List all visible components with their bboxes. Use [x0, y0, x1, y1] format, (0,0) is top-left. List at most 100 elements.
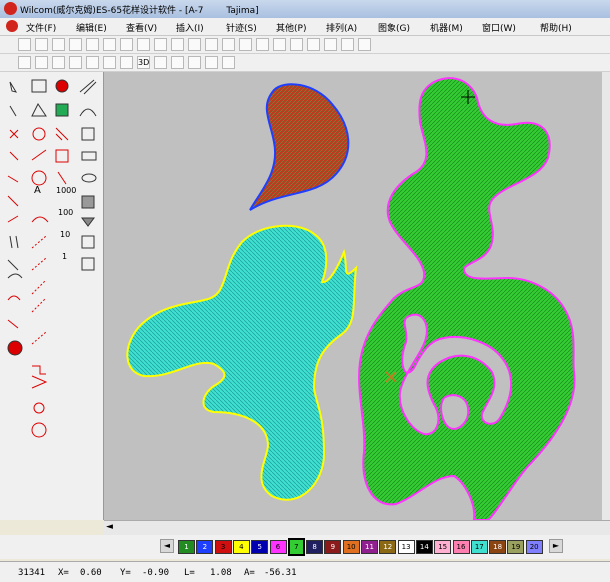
arch-text-icon[interactable] — [31, 216, 49, 223]
frame-icon[interactable] — [81, 127, 95, 141]
document-icon[interactable] — [6, 20, 18, 32]
green-embroidery-shape[interactable] — [358, 77, 576, 520]
gray-tool-icon[interactable] — [81, 195, 95, 209]
grid-frame-icon[interactable] — [81, 235, 95, 249]
palette-color-7[interactable]: 7 — [287, 538, 305, 556]
move-icon[interactable] — [188, 56, 201, 69]
save-icon[interactable] — [52, 38, 65, 51]
cut-stitch-icon[interactable] — [9, 129, 19, 139]
motif-icon[interactable] — [7, 195, 19, 207]
dashed-line3-icon[interactable] — [31, 279, 47, 295]
new-icon[interactable] — [18, 38, 31, 51]
zigzag-icon[interactable] — [69, 56, 82, 69]
palette-color-17[interactable]: 17 — [470, 540, 488, 554]
paste-icon[interactable] — [120, 38, 133, 51]
open-icon[interactable] — [35, 38, 48, 51]
palette-color-2[interactable]: 2 — [196, 540, 214, 554]
palette-color-4[interactable]: 4 — [232, 540, 250, 554]
jump-icon[interactable] — [9, 235, 19, 249]
check-icon[interactable] — [239, 38, 252, 51]
stitch-red-icon[interactable] — [9, 151, 19, 161]
menu-machine[interactable]: 机器(M) — [430, 21, 463, 34]
flower-icon[interactable] — [55, 79, 69, 93]
step-1-label[interactable]: 1 — [62, 251, 67, 263]
scissors-icon[interactable] — [7, 215, 19, 223]
palette-color-15[interactable]: 15 — [434, 540, 452, 554]
ellipse-icon[interactable] — [81, 173, 97, 183]
tatami-red-icon[interactable] — [55, 149, 69, 163]
palette-color-9[interactable]: 9 — [324, 540, 342, 554]
vertical-scrollbar[interactable] — [602, 72, 610, 520]
hand-icon[interactable] — [7, 340, 23, 356]
zoom-icon[interactable] — [205, 56, 218, 69]
group-icon[interactable] — [171, 38, 184, 51]
menu-view[interactable]: 查看(V) — [126, 21, 157, 34]
hatch-icon[interactable] — [55, 127, 69, 141]
design-canvas[interactable] — [104, 72, 602, 520]
step-10-label[interactable]: 10 — [60, 229, 70, 241]
palette-color-13[interactable]: 13 — [397, 540, 415, 554]
layers-icon[interactable] — [358, 38, 371, 51]
menu-stitch[interactable]: 针迹(S) — [226, 21, 257, 34]
menu-file[interactable]: 文件(F) — [26, 21, 56, 34]
run-icon[interactable] — [52, 56, 65, 69]
satin-icon[interactable] — [18, 56, 31, 69]
table-icon[interactable] — [341, 38, 354, 51]
curve-red-icon[interactable] — [7, 295, 21, 301]
3d-label[interactable]: 3D — [137, 56, 150, 69]
rosette-icon[interactable] — [33, 402, 45, 414]
zigzag-red-icon[interactable] — [31, 375, 48, 389]
dashed-line5-icon[interactable] — [31, 331, 47, 345]
select-arrow-icon[interactable] — [9, 81, 18, 93]
lock-icon[interactable] — [205, 38, 218, 51]
copy-icon[interactable] — [103, 38, 116, 51]
unlock-icon[interactable] — [222, 38, 235, 51]
satin-red-icon[interactable] — [31, 149, 47, 161]
red-embroidery-shape[interactable] — [249, 83, 350, 211]
cut-icon[interactable] — [86, 38, 99, 51]
fill-icon[interactable] — [35, 56, 48, 69]
text-tool-label[interactable]: A — [34, 185, 41, 197]
menu-window[interactable]: 窗口(W) — [482, 21, 516, 34]
scroll-left-arrow-icon[interactable]: ◄ — [106, 522, 113, 532]
target-icon[interactable] — [31, 422, 47, 438]
arc2-icon[interactable] — [7, 273, 23, 279]
menu-other[interactable]: 其他(P) — [276, 21, 306, 34]
step-1000-label[interactable]: 1000 — [56, 185, 76, 197]
step-icon[interactable] — [32, 365, 46, 375]
rectangle-icon[interactable] — [81, 151, 97, 161]
palette-color-8[interactable]: 8 — [306, 540, 324, 554]
palette-color-19[interactable]: 19 — [507, 540, 525, 554]
circle-node-icon[interactable] — [32, 127, 46, 141]
select-arrow-icon[interactable] — [171, 56, 184, 69]
redo-icon[interactable] — [154, 38, 167, 51]
step-100-label[interactable]: 100 — [58, 207, 73, 219]
cyan-embroidery-shape[interactable] — [126, 224, 358, 501]
print-icon[interactable] — [69, 38, 82, 51]
palette-color-20[interactable]: 20 — [525, 540, 543, 554]
dashed-line-icon[interactable] — [31, 235, 47, 249]
undo-icon[interactable] — [137, 38, 150, 51]
run-line-icon[interactable] — [79, 79, 97, 95]
palette-color-11[interactable]: 11 — [361, 540, 378, 554]
palette-color-1[interactable]: 1 — [178, 540, 195, 554]
menu-image[interactable]: 图象(G) — [378, 21, 410, 34]
menu-insert[interactable]: 插入(I) — [176, 21, 204, 34]
node-icon[interactable] — [222, 56, 235, 69]
applique-icon[interactable] — [154, 56, 167, 69]
grid-icon[interactable] — [307, 38, 320, 51]
reshape-icon[interactable] — [31, 79, 47, 93]
globe-icon[interactable] — [31, 170, 47, 186]
tatami-icon[interactable] — [103, 56, 116, 69]
triangle-icon[interactable] — [31, 103, 47, 117]
palette-color-16[interactable]: 16 — [452, 540, 470, 554]
dashed-line4-icon[interactable] — [31, 297, 47, 313]
palette-color-10[interactable]: 10 — [342, 540, 360, 554]
palette-color-18[interactable]: 18 — [489, 540, 507, 554]
tool-gray2-icon[interactable] — [81, 217, 95, 227]
color-wheel-icon[interactable] — [290, 38, 303, 51]
grid-frame2-icon[interactable] — [81, 257, 95, 271]
sequence-icon[interactable] — [7, 259, 19, 271]
palette-color-5[interactable]: 5 — [251, 540, 269, 554]
palette-color-3[interactable]: 3 — [214, 540, 232, 554]
